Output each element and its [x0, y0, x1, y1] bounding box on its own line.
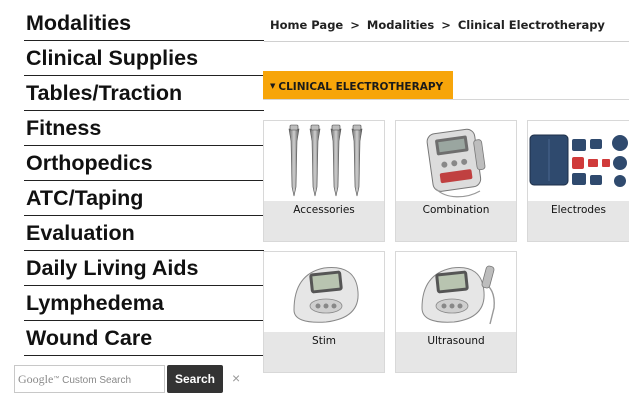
- clear-search-icon[interactable]: ×: [232, 370, 244, 386]
- section-title: CLINICAL ELECTROTHERAPY: [278, 81, 444, 93]
- category-card-electrodes[interactable]: Electrodes: [527, 120, 629, 242]
- category-label: Accessories: [293, 204, 355, 216]
- card-caption: Ultrasound: [396, 332, 516, 372]
- nav-item-orthopedics[interactable]: Orthopedics: [24, 146, 264, 181]
- breadcrumb: Home Page > Modalities > Clinical Electrothe…: [270, 18, 605, 32]
- card-caption: Combination: [396, 201, 516, 241]
- breadcrumb-modalities[interactable]: Modalities: [367, 18, 434, 32]
- electrode-pads-icon: [528, 121, 629, 201]
- nav-item-atc-taping[interactable]: ATC/Taping: [24, 181, 264, 216]
- combination-device-icon: [396, 121, 516, 201]
- section-divider: [263, 99, 629, 100]
- category-nav: Modalities Clinical Supplies Tables/Trac…: [24, 6, 264, 356]
- category-card-ultrasound[interactable]: Ultrasound: [395, 251, 517, 373]
- nav-item-lymphedema[interactable]: Lymphedema: [24, 286, 264, 321]
- search-button[interactable]: Search: [167, 365, 223, 393]
- category-label: Stim: [312, 335, 336, 347]
- nav-item-modalities[interactable]: Modalities: [24, 6, 264, 41]
- google-logo: Google: [18, 372, 54, 386]
- section-heading: ▼ CLINICAL ELECTROTHERAPY: [263, 71, 454, 99]
- caret-down-icon: ▼: [270, 82, 276, 90]
- category-label: Combination: [422, 204, 490, 216]
- trademark-mark: ™: [53, 376, 60, 382]
- stim-device-icon: [264, 252, 384, 332]
- nav-item-clinical-supplies[interactable]: Clinical Supplies: [24, 41, 264, 76]
- nav-item-daily-living-aids[interactable]: Daily Living Aids: [24, 251, 264, 286]
- card-caption: Stim: [264, 332, 384, 372]
- ultrasound-device-icon: [396, 252, 516, 332]
- breadcrumb-separator: >: [350, 18, 360, 32]
- category-label: Electrodes: [550, 204, 606, 216]
- card-caption: Electrodes: [528, 201, 629, 241]
- category-card-stim[interactable]: Stim: [263, 251, 385, 373]
- category-card-combination[interactable]: Combination: [395, 120, 517, 242]
- category-label: Ultrasound: [427, 335, 485, 347]
- breadcrumb-divider: [264, 41, 629, 42]
- search-input[interactable]: Google™ Custom Search: [14, 365, 165, 393]
- category-card-accessories[interactable]: Accessories: [263, 120, 385, 242]
- probe-applicators-icon: [264, 121, 384, 201]
- breadcrumb-separator: >: [441, 18, 451, 32]
- nav-item-evaluation[interactable]: Evaluation: [24, 216, 264, 251]
- nav-item-tables-traction[interactable]: Tables/Traction: [24, 76, 264, 111]
- card-caption: Accessories: [264, 201, 384, 241]
- breadcrumb-current: Clinical Electrotherapy: [457, 18, 605, 32]
- nav-item-wound-care[interactable]: Wound Care: [24, 321, 264, 356]
- nav-item-fitness[interactable]: Fitness: [24, 111, 264, 146]
- breadcrumb-home[interactable]: Home Page: [270, 18, 343, 32]
- search-placeholder: Custom Search: [62, 375, 132, 386]
